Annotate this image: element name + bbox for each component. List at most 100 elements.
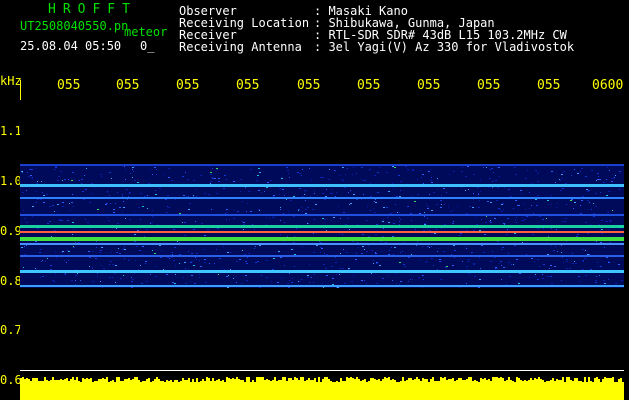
antenna-value: : 3el Yagi(V) Az 330 for Vladivostok (314, 40, 575, 54)
noise-speck (60, 171, 62, 172)
noise-speck (519, 273, 521, 274)
noise-speck (122, 194, 123, 195)
noise-speck (375, 252, 376, 253)
noise-speck (399, 217, 400, 218)
amplitude-bar (580, 381, 582, 400)
amplitude-bar (38, 381, 40, 400)
amplitude-bar (420, 381, 422, 400)
noise-speck (393, 254, 394, 255)
noise-speck (547, 200, 549, 201)
noise-speck (429, 194, 430, 195)
noise-speck (187, 179, 189, 180)
noise-speck (471, 252, 473, 253)
noise-speck (106, 203, 108, 204)
noise-speck (582, 249, 584, 250)
noise-speck (348, 269, 349, 270)
noise-speck (520, 190, 522, 191)
noise-speck (590, 224, 591, 225)
spectrogram-plot (20, 100, 624, 400)
amplitude-bar (160, 381, 162, 400)
noise-speck (301, 279, 302, 280)
noise-speck (555, 182, 556, 183)
noise-speck (261, 192, 262, 193)
noise-speck (420, 260, 421, 261)
noise-speck (529, 216, 530, 217)
noise-speck (453, 221, 454, 222)
noise-speck (417, 241, 418, 242)
noise-speck (362, 246, 364, 247)
noise-speck (219, 258, 221, 259)
noise-speck (556, 207, 557, 208)
noise-speck (603, 280, 605, 281)
noise-speck (555, 246, 556, 247)
amplitude-bar (356, 377, 358, 400)
noise-speck (431, 246, 432, 247)
noise-speck (182, 176, 184, 177)
noise-speck (580, 205, 581, 206)
noise-speck (185, 268, 186, 269)
noise-speck (373, 260, 374, 261)
noise-speck (529, 208, 530, 209)
noise-speck (73, 229, 74, 230)
noise-speck (600, 266, 602, 267)
noise-speck (26, 245, 27, 246)
amplitude-bar (444, 377, 446, 400)
noise-speck (236, 261, 238, 262)
noise-speck (291, 282, 293, 283)
amplitude-bar (56, 380, 58, 400)
noise-speck (21, 171, 23, 172)
noise-speck (311, 180, 312, 181)
amplitude-bar (384, 377, 386, 400)
noise-speck (28, 176, 30, 177)
amplitude-bar (546, 381, 548, 400)
noise-speck (514, 167, 516, 168)
noise-speck (548, 236, 549, 237)
noise-speck (51, 236, 52, 237)
noise-speck (96, 258, 97, 259)
noise-speck (537, 279, 539, 280)
amplitude-bar (478, 382, 480, 400)
noise-speck (137, 182, 139, 183)
noise-speck (129, 219, 131, 220)
noise-speck (117, 192, 118, 193)
noise-speck (193, 196, 194, 197)
noise-speck (615, 283, 617, 284)
noise-speck (95, 258, 96, 259)
noise-speck (43, 202, 45, 203)
noise-speck (503, 209, 504, 210)
amplitude-bar (436, 381, 438, 400)
noise-speck (26, 222, 28, 223)
signal-line (20, 285, 624, 287)
noise-speck (54, 281, 55, 282)
signal-line (20, 270, 624, 273)
amplitude-bar (150, 382, 152, 400)
noise-speck (560, 190, 562, 191)
amplitude-bar (590, 381, 592, 400)
amplitude-bar (278, 380, 280, 400)
noise-speck (69, 203, 70, 204)
noise-speck (173, 260, 175, 261)
amplitude-bar (192, 379, 194, 400)
noise-speck (342, 167, 344, 168)
amplitude-bar (508, 377, 510, 400)
signal-line (20, 255, 624, 257)
noise-speck (366, 220, 368, 221)
noise-speck (266, 277, 268, 278)
noise-speck (344, 187, 346, 188)
noise-speck (518, 283, 520, 284)
noise-speck (557, 203, 558, 204)
noise-speck (460, 233, 462, 234)
noise-speck (427, 206, 429, 207)
noise-speck (193, 229, 195, 230)
x-tick-label: 055 (417, 79, 441, 92)
noise-speck (287, 236, 288, 237)
noise-speck (144, 196, 146, 197)
noise-speck (145, 263, 146, 264)
noise-speck (400, 281, 402, 282)
amplitude-bar (28, 379, 30, 400)
noise-speck (72, 194, 73, 195)
amplitude-bar (250, 382, 252, 400)
noise-speck (305, 213, 307, 214)
noise-speck (75, 275, 77, 276)
noise-speck (175, 274, 176, 275)
